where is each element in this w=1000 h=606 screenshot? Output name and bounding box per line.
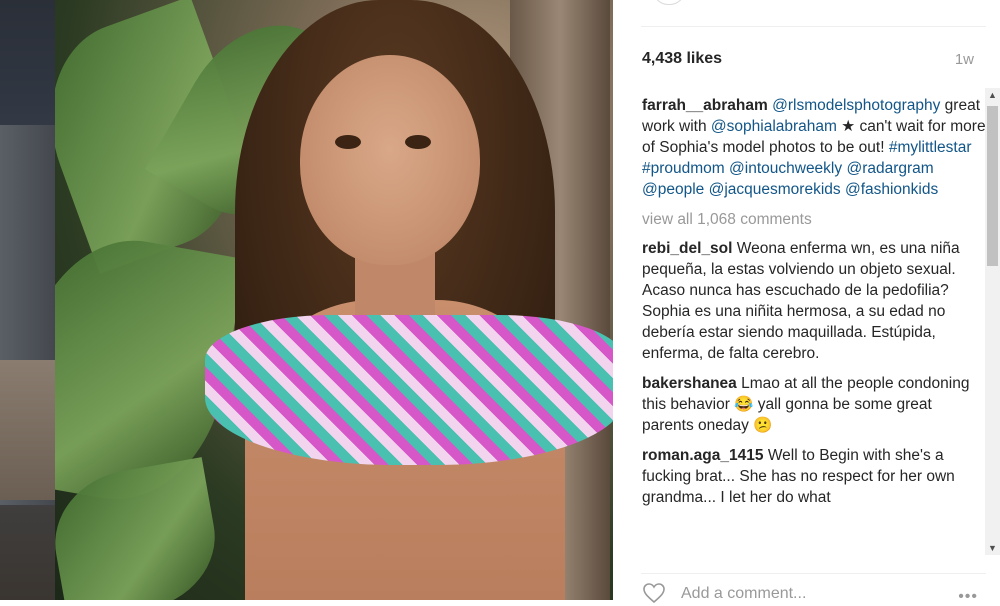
caption-username[interactable]: farrah__abraham [642,97,768,114]
comments-scroll-area[interactable]: farrah__abraham @rlsmodelsphotography gr… [642,95,987,555]
comment-text: Weona enferma wn, es una niña pequeña, l… [642,240,960,362]
caption: farrah__abraham @rlsmodelsphotography gr… [642,95,987,200]
footer-divider [641,573,986,574]
comment-item: rebi_del_sol Weona enferma wn, es una ni… [642,238,987,364]
hashtag-link[interactable]: #proudmom [642,160,725,177]
eye-shape [335,135,361,149]
mention-link[interactable]: @radargram [846,160,933,177]
comment-username[interactable]: roman.aga_1415 [642,447,764,464]
post-side-panel: 4,438 likes 1w farrah__abraham @rlsmodel… [613,0,1000,605]
comment-item: roman.aga_1415 Well to Begin with she's … [642,445,987,508]
mention-link[interactable]: @jacquesmorekids [709,181,841,198]
eye-shape [405,135,431,149]
scrollbar-thumb[interactable] [987,106,998,266]
avatar[interactable] [653,0,685,5]
likes-count[interactable]: 4,438 likes [642,50,722,68]
comment-username[interactable]: rebi_del_sol [642,240,732,257]
view-all-comments-link[interactable]: view all 1,068 comments [642,209,987,230]
scroll-up-arrow-icon[interactable]: ▲ [985,88,1000,102]
more-options-icon[interactable]: ••• [958,588,978,606]
mention-link[interactable]: @fashionkids [845,181,938,198]
face-shape [300,55,480,265]
post-photo[interactable] [55,0,613,600]
post-time[interactable]: 1w [955,51,974,68]
add-comment-input[interactable]: Add a comment... [681,585,806,603]
comment-item: bakershanea Lmao at all the people condo… [642,373,987,436]
comments-scrollbar[interactable]: ▲ ▼ [985,88,1000,555]
scroll-down-arrow-icon[interactable]: ▼ [985,541,1000,555]
background-panel-lower [0,360,55,500]
swimsuit-top-shape [205,315,613,465]
background-page-strip [0,0,55,600]
header-divider [641,26,986,27]
mention-link[interactable]: @rlsmodelsphotography [772,97,940,114]
heart-icon[interactable] [641,582,667,604]
hashtag-link[interactable]: #mylittlestar [889,139,972,156]
mention-link[interactable]: @sophialabraham [711,118,837,135]
mention-link[interactable]: @intouchweekly [729,160,842,177]
mention-link[interactable]: @people [642,181,704,198]
comment-username[interactable]: bakershanea [642,375,737,392]
